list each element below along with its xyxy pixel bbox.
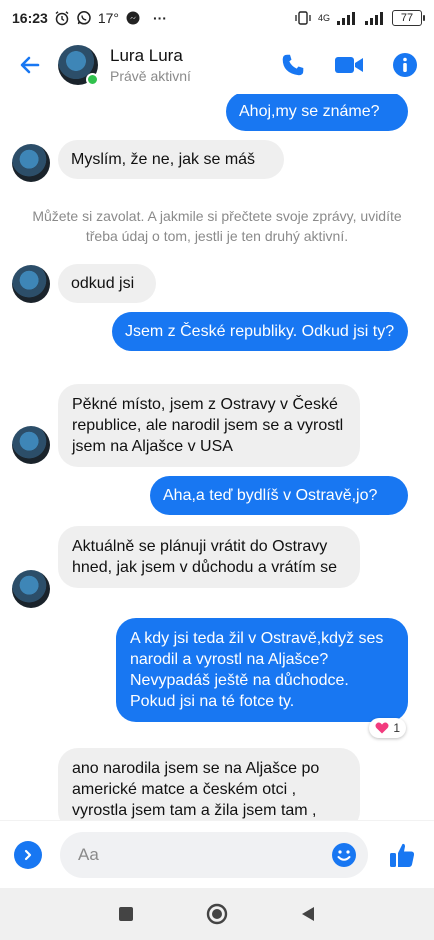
info-icon <box>393 53 417 77</box>
message-composer <box>0 820 434 888</box>
message-text: A kdy jsi teda žil v Ostravě,když ses na… <box>130 630 384 710</box>
signal-icon <box>336 11 358 25</box>
info-button[interactable] <box>390 50 420 80</box>
status-left: 16:23 17° ··· <box>12 10 167 26</box>
expand-actions-button[interactable] <box>14 840 42 869</box>
back-nav-button[interactable] <box>291 897 325 931</box>
back-button[interactable] <box>14 49 46 81</box>
triangle-back-icon <box>302 907 315 921</box>
battery-level: 77 <box>400 12 414 24</box>
network-type: 4G <box>317 13 330 23</box>
emoji-button[interactable] <box>330 841 358 869</box>
battery-icon: 77 <box>392 10 425 26</box>
contact-info[interactable]: Lura Lura Právě aktivní <box>110 46 191 84</box>
status-more: ··· <box>152 10 167 26</box>
message-outgoing[interactable]: Ahoj,my se známe? <box>226 94 408 131</box>
sender-avatar[interactable] <box>12 144 50 182</box>
reaction-count: 1 <box>393 721 400 735</box>
arrow-left-icon <box>20 56 40 74</box>
message-incoming[interactable]: Pěkné místo, jsem z Ostravy v České repu… <box>58 384 360 467</box>
recent-apps-button[interactable] <box>109 897 143 931</box>
contact-avatar[interactable] <box>58 45 99 86</box>
message-text: Aktuálně se plánuji vrátit do Ostravy hn… <box>72 538 338 576</box>
vibrate-icon <box>294 11 312 25</box>
video-call-button[interactable] <box>334 50 364 80</box>
thumbs-up-icon <box>390 843 415 867</box>
message-outgoing[interactable]: A kdy jsi teda žil v Ostravě,když ses na… <box>116 618 408 722</box>
message-outgoing[interactable]: Jsem z České republiky. Odkud jsi ty? <box>112 312 408 351</box>
header-actions <box>278 50 420 80</box>
chevron-right-icon <box>24 849 32 860</box>
phone-icon <box>282 54 304 76</box>
message-input-pill <box>60 831 368 878</box>
message-text: Jsem z České republiky. Odkud jsi ty? <box>125 323 395 340</box>
heart-icon <box>375 722 389 734</box>
online-indicator <box>86 73 99 86</box>
android-navigation-bar <box>0 888 434 940</box>
sender-avatar[interactable] <box>12 570 50 608</box>
message-text: ano narodila jsem se na Aljašce po ameri… <box>72 760 320 819</box>
messenger-icon <box>125 10 141 26</box>
message-text: Myslím, že ne, jak se máš <box>71 151 256 168</box>
system-note: Můžete si zavolat. A jakmile si přečtete… <box>32 208 402 244</box>
contact-name: Lura Lura <box>110 46 183 65</box>
chat-area[interactable]: Ahoj,my se známe? Myslím, že ne, jak se … <box>0 94 434 820</box>
status-time: 16:23 <box>12 10 48 26</box>
message-outgoing[interactable]: Aha,a teď bydlíš v Ostravě,jo? <box>150 476 408 515</box>
message-incoming[interactable]: odkud jsi <box>58 264 156 303</box>
smiley-icon <box>332 842 356 867</box>
status-bar: 16:23 17° ··· 4G 77 <box>0 0 434 36</box>
home-button[interactable] <box>200 897 234 931</box>
signal-icon-2 <box>364 11 386 25</box>
message-text: odkud jsi <box>71 275 135 292</box>
call-button[interactable] <box>278 50 308 80</box>
message-reaction[interactable]: 1 <box>369 718 406 738</box>
contact-status: Právě aktivní <box>110 68 191 84</box>
sender-avatar[interactable] <box>12 426 50 464</box>
square-icon <box>118 907 133 921</box>
message-incoming[interactable]: ano narodila jsem se na Aljašce po ameri… <box>58 748 360 820</box>
alarm-clock-icon <box>54 10 70 26</box>
message-text: Pěkné místo, jsem z Ostravy v České repu… <box>72 396 344 455</box>
message-incoming[interactable]: Aktuálně se plánuji vrátit do Ostravy hn… <box>58 526 360 588</box>
circle-icon <box>206 903 228 925</box>
message-text: Aha,a teď bydlíš v Ostravě,jo? <box>163 487 378 504</box>
status-temperature: 17° <box>97 10 119 26</box>
sender-avatar[interactable] <box>12 265 50 303</box>
message-text: Ahoj,my se známe? <box>239 103 380 120</box>
video-camera-icon <box>335 57 363 73</box>
conversation-header: Lura Lura Právě aktivní <box>0 36 434 94</box>
message-input[interactable] <box>78 844 330 865</box>
like-button[interactable] <box>384 837 420 873</box>
message-incoming[interactable]: Myslím, že ne, jak se máš <box>58 140 284 179</box>
status-right: 4G 77 <box>294 10 425 26</box>
whatsapp-icon <box>76 10 92 26</box>
